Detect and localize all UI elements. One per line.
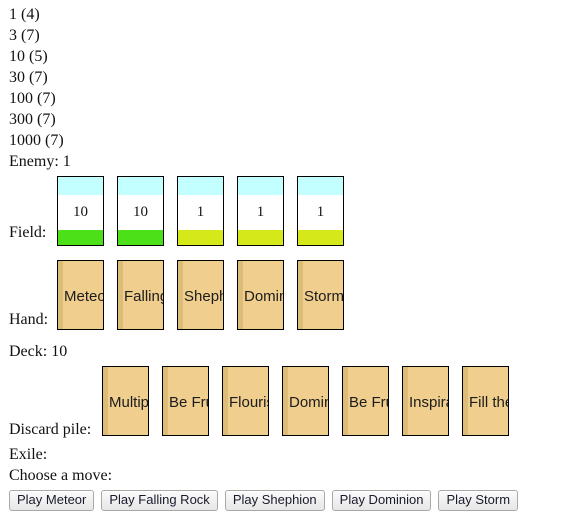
hand-row: Hand: Meteor Falling Rock Shephion Dominion… (0, 260, 580, 332)
card-name: Shephion (184, 288, 223, 305)
discard-card[interactable]: Flourish (222, 366, 269, 436)
card-spine (103, 367, 108, 435)
move-button[interactable]: Play Dominion (331, 490, 432, 511)
field-card[interactable]: 1 (297, 176, 344, 246)
field-card-value: 1 (238, 195, 283, 230)
discard-pile-label: Discard pile: (9, 421, 92, 438)
card-spine (238, 261, 243, 329)
hand-card[interactable]: Shephion (177, 260, 224, 330)
discard-card[interactable]: Be Fruitful (162, 366, 209, 436)
card-spine (343, 367, 348, 435)
field-card-top-band (118, 177, 163, 195)
card-spine (178, 261, 183, 329)
card-spine (298, 261, 303, 329)
stat-line: 100 (7) (9, 90, 56, 107)
stat-line: 300 (7) (9, 111, 56, 128)
card-spine (163, 367, 168, 435)
discard-card[interactable]: Dominion (282, 366, 329, 436)
move-button[interactable]: Play Falling Rock (101, 490, 218, 511)
field-row: Field: 10 10 1 1 1 (0, 176, 580, 248)
discard-card-strip: Multiply Be Fruitful Flourish Dominion Be Fr… (102, 366, 509, 438)
discard-card[interactable]: Be Fruitful (342, 366, 389, 436)
discard-pile-row: Discard pile: Multiply Be Fruitful Flouris… (0, 366, 580, 438)
hand-card[interactable]: Meteor (57, 260, 104, 330)
hand-card-strip: Meteor Falling Rock Shephion Dominion Storm (57, 260, 344, 332)
card-name: Dominion (244, 288, 283, 305)
field-card-bottom-band (238, 230, 283, 245)
card-spine (58, 261, 63, 329)
card-spine (118, 261, 123, 329)
hand-card[interactable]: Falling Rock (117, 260, 164, 330)
card-name: Meteor (64, 288, 103, 305)
card-name: Inspiration (409, 394, 448, 411)
field-card-bottom-band (178, 230, 223, 245)
move-button[interactable]: Play Shephion (224, 490, 325, 511)
discard-card[interactable]: Fill the Earth (462, 366, 509, 436)
card-name: Falling Rock (124, 288, 164, 305)
move-button-bar: Play Meteor Play Falling Rock Play Shephio… (9, 490, 519, 511)
field-card[interactable]: 1 (237, 176, 284, 246)
card-name: Storm (304, 288, 344, 305)
hand-label: Hand: (9, 311, 49, 328)
card-spine (463, 367, 468, 435)
deck-label: Deck: 10 (9, 343, 68, 360)
field-card-bottom-band (118, 230, 163, 245)
hand-card[interactable]: Storm (297, 260, 344, 330)
field-card-value: 1 (178, 195, 223, 230)
field-card-strip: 10 10 1 1 1 (57, 176, 344, 248)
card-name: Fill the Earth (469, 394, 508, 411)
card-spine (403, 367, 408, 435)
card-name: Be Fruitful (349, 394, 388, 411)
field-card[interactable]: 10 (57, 176, 104, 246)
card-name: Dominion (289, 394, 328, 411)
field-label: Field: (9, 224, 47, 241)
card-name: Flourish (229, 394, 268, 411)
field-card-top-band (238, 177, 283, 195)
field-card-bottom-band (58, 230, 103, 245)
hand-card[interactable]: Dominion (237, 260, 284, 330)
card-spine (223, 367, 228, 435)
stat-line: 10 (5) (9, 48, 48, 65)
stat-line: Enemy: 1 (9, 153, 71, 170)
exile-label: Exile: (9, 446, 48, 463)
stat-line: 1000 (7) (9, 132, 64, 149)
discard-card[interactable]: Inspiration (402, 366, 449, 436)
stats-block: 1 (4) 3 (7) 10 (5) 30 (7) 100 (7) 300 (7) 1000… (9, 4, 309, 172)
field-card-value: 10 (118, 195, 163, 230)
field-card-top-band (178, 177, 223, 195)
stat-line: 3 (7) (9, 27, 40, 44)
card-name: Multiply (109, 394, 149, 411)
field-card-bottom-band (298, 230, 343, 245)
discard-card[interactable]: Multiply (102, 366, 149, 436)
field-card-value: 10 (58, 195, 103, 230)
move-button[interactable]: Play Storm (438, 490, 519, 511)
choose-move-label: Choose a move: (9, 467, 113, 484)
stat-line: 1 (4) (9, 6, 40, 23)
field-card[interactable]: 10 (117, 176, 164, 246)
field-card[interactable]: 1 (177, 176, 224, 246)
card-name: Be Fruitful (169, 394, 208, 411)
stat-line: 30 (7) (9, 69, 48, 86)
field-card-top-band (298, 177, 343, 195)
card-spine (283, 367, 288, 435)
field-card-value: 1 (298, 195, 343, 230)
move-button[interactable]: Play Meteor (9, 490, 95, 511)
field-card-top-band (58, 177, 103, 195)
